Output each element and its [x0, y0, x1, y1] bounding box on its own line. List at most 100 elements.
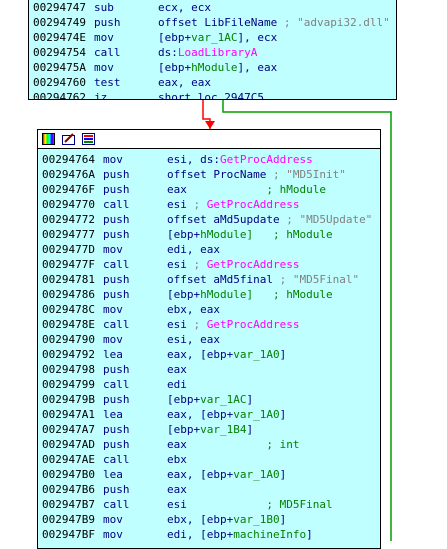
asm-line[interactable]: 002947B9 mov ebx, [ebp+var_1B0]: [42, 512, 380, 527]
asm-line[interactable]: 002947AD push eax ; int: [42, 437, 380, 452]
instruction-operands: ebx, [ebp+var_1B0]: [167, 512, 286, 527]
operand-segment: eax: [167, 483, 187, 496]
asm-line[interactable]: 00294770 call esi ; GetProcAddress: [42, 197, 380, 212]
operand-segment: ], eax: [237, 61, 278, 74]
instruction-address: 00294790: [42, 333, 95, 346]
operand-segment: GetProcAddress: [206, 198, 300, 211]
edit-node-icon[interactable]: [62, 133, 75, 145]
main-block-code: 00294764 mov esi, ds:GetProcAddress 0029476…: [42, 152, 380, 542]
instruction-operands: short loc_2947C5: [158, 90, 264, 99]
instruction-address: 002947B6: [42, 483, 95, 496]
asm-line[interactable]: 0029478E call esi ; GetProcAddress: [42, 317, 380, 332]
asm-line[interactable]: 00294777 push [ebp+hModule] ; hModule: [42, 227, 380, 242]
instruction-mnemonic: jz: [94, 91, 108, 100]
operand-segment: esi, ds:: [167, 153, 220, 166]
operand-segment: ]: [246, 393, 254, 406]
operand-segment: ebx, [ebp+: [167, 513, 234, 526]
asm-line[interactable]: 002947BF mov edi, [ebp+machineInfo]: [42, 527, 380, 542]
asm-line[interactable]: 00294786 push [ebp+hModule] ; hModule: [42, 287, 380, 302]
operand-segment: var_1B0: [233, 513, 280, 526]
instruction-operands: ds:LoadLibraryA: [158, 45, 257, 60]
basic-block-main[interactable]: 00294764 mov esi, ds:GetProcAddress 0029476…: [37, 129, 381, 549]
operand-segment: ]: [306, 528, 313, 541]
operand-segment: ; int: [186, 438, 300, 451]
asm-line[interactable]: 00294781 push offset aMd5final ; "MD5Final…: [42, 272, 380, 287]
asm-line[interactable]: 0029474E mov [ebp+var_1AC], ecx: [33, 30, 396, 45]
asm-line[interactable]: 00294754 call ds:LoadLibraryA: [33, 45, 396, 60]
instruction-mnemonic: sub: [94, 1, 114, 14]
operand-segment: ebx, eax: [167, 303, 220, 316]
instruction-address: 00294777: [42, 228, 95, 241]
asm-line[interactable]: 002947A7 push [ebp+var_1B4]: [42, 422, 380, 437]
asm-line[interactable]: 002947A1 lea eax, [ebp+var_1A0]: [42, 407, 380, 422]
instruction-mnemonic: mov: [103, 528, 123, 541]
asm-line[interactable]: 002947B7 call esi ; MD5Final: [42, 497, 380, 512]
asm-line[interactable]: 0029479B push [ebp+var_1AC]: [42, 392, 380, 407]
operand-segment: eax: [167, 183, 187, 196]
instruction-operands: esi ; GetProcAddress: [167, 257, 299, 272]
asm-line[interactable]: 0029478C mov ebx, eax: [42, 302, 380, 317]
operand-segment: offset aMd5update: [167, 213, 280, 226]
instruction-operands: offset aMd5final ; "MD5Final": [167, 272, 359, 287]
asm-line[interactable]: 00294764 mov esi, ds:GetProcAddress: [42, 152, 380, 167]
graph-overview-icon[interactable]: [82, 133, 95, 145]
instruction-mnemonic: test: [94, 76, 121, 89]
instruction-mnemonic: push: [103, 273, 130, 286]
instruction-mnemonic: mov: [103, 153, 123, 166]
asm-line[interactable]: 0029476A push offset ProcName ; "MD5Init": [42, 167, 380, 182]
asm-line[interactable]: 00294798 push eax: [42, 362, 380, 377]
instruction-address: 0029475A: [33, 61, 86, 74]
color-palette-icon[interactable]: [42, 133, 55, 145]
operand-segment: ;: [186, 198, 207, 211]
asm-line[interactable]: 002947B6 push eax: [42, 482, 380, 497]
operand-segment: var_1A0: [233, 408, 280, 421]
instruction-operands: esi ; GetProcAddress: [167, 317, 299, 332]
operand-segment: esi: [167, 318, 187, 331]
asm-line[interactable]: 0029476F push eax ; hModule: [42, 182, 380, 197]
asm-line[interactable]: 00294799 call edi: [42, 377, 380, 392]
asm-line[interactable]: 00294790 mov esi, eax: [42, 332, 380, 347]
asm-line[interactable]: 002947B0 lea eax, [ebp+var_1A0]: [42, 467, 380, 482]
instruction-address: 0029474E: [33, 31, 86, 44]
instruction-mnemonic: push: [103, 393, 130, 406]
instruction-operands: esi ; GetProcAddress: [167, 197, 299, 212]
operand-segment: hModule: [191, 61, 238, 74]
instruction-address: 00294764: [42, 153, 95, 166]
operand-segment: edi, eax: [167, 243, 220, 256]
asm-line[interactable]: 0029477D mov edi, eax: [42, 242, 380, 257]
instruction-operands: ebx, eax: [167, 302, 220, 317]
instruction-operands: esi ; MD5Final: [167, 497, 333, 512]
asm-line[interactable]: 00294747 sub ecx, ecx: [33, 0, 396, 15]
instruction-address: 002947B7: [42, 498, 95, 511]
operand-segment: [ebp+: [158, 61, 192, 74]
asm-line[interactable]: 00294762 jz short loc_2947C5: [33, 90, 396, 100]
instruction-mnemonic: mov: [94, 31, 114, 44]
instruction-mnemonic: push: [103, 423, 130, 436]
operand-segment: LoadLibraryA: [177, 46, 258, 59]
instruction-address: 00294772: [42, 213, 95, 226]
instruction-address: 00294786: [42, 288, 95, 301]
asm-line[interactable]: 002947AE call ebx: [42, 452, 380, 467]
operand-segment: [ebp+: [167, 393, 201, 406]
operand-segment: [ebp+: [158, 31, 192, 44]
operand-segment: esi, eax: [167, 333, 220, 346]
operand-segment: offset ProcName: [167, 168, 267, 181]
asm-line[interactable]: 0029475A mov [ebp+hModule], eax: [33, 60, 396, 75]
operand-segment: ; hModule: [186, 183, 326, 196]
operand-segment: ; MD5Final: [186, 498, 333, 511]
basic-block-top[interactable]: 00294747 sub ecx, ecx 00294749 push offset Li…: [28, 0, 397, 100]
asm-line[interactable]: 00294772 push offset aMd5update ; "MD5Upda…: [42, 212, 380, 227]
instruction-mnemonic: push: [103, 288, 130, 301]
asm-line[interactable]: 00294792 lea eax, [ebp+var_1A0]: [42, 347, 380, 362]
instruction-address: 002947B0: [42, 468, 95, 481]
instruction-address: 002947AD: [42, 438, 95, 451]
operand-segment: ]: [279, 513, 287, 526]
instruction-operands: eax: [167, 362, 187, 377]
operand-segment: ], ecx: [237, 31, 278, 44]
asm-line[interactable]: 0029477F call esi ; GetProcAddress: [42, 257, 380, 272]
asm-line[interactable]: 00294760 test eax, eax: [33, 75, 396, 90]
operand-segment: GetProcAddress: [219, 153, 313, 166]
operand-segment: eax: [167, 363, 187, 376]
instruction-mnemonic: lea: [103, 348, 123, 361]
asm-line[interactable]: 00294749 push offset LibFileName ; "advapi…: [33, 15, 396, 30]
